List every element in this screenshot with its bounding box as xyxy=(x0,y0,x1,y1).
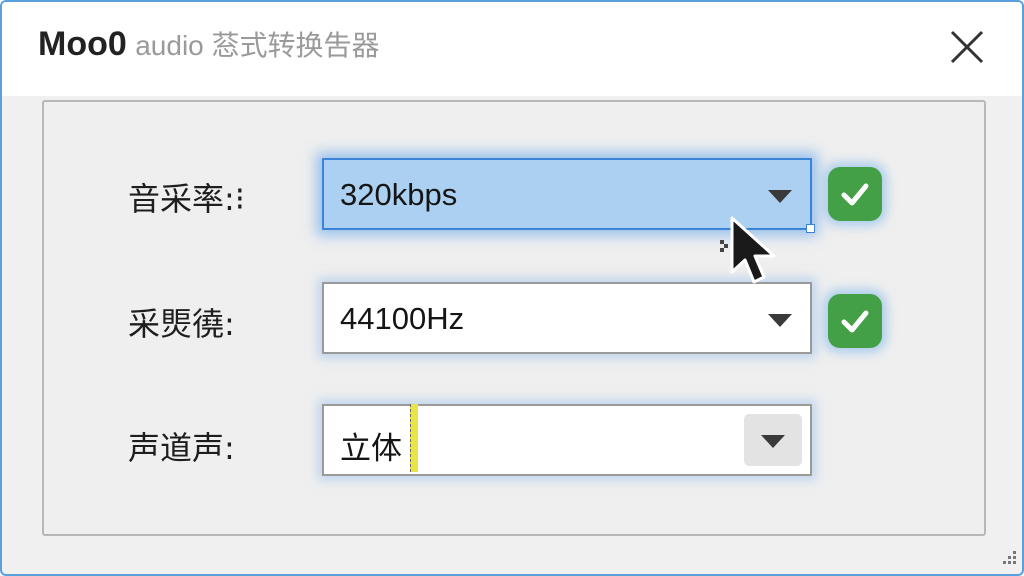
channel-value: 立体 xyxy=(340,431,402,466)
sample-rate-select[interactable]: 44100Hz xyxy=(322,282,812,354)
sample-rate-label: 采㷡徺: xyxy=(128,305,235,343)
sample-rate-check xyxy=(828,294,882,348)
title-subtitle: audio 䓗式转换吿器 xyxy=(135,30,380,61)
close-button[interactable] xyxy=(942,24,992,70)
close-icon xyxy=(950,30,984,64)
chevron-down-icon xyxy=(768,314,792,327)
sample-rate-value: 44100Hz xyxy=(340,301,465,336)
app-window: Moo0 audio 䓗式转换吿器 音采率:⁝ 320kbps 采㷡徺: 441… xyxy=(0,0,1024,576)
chevron-down-icon xyxy=(768,190,792,203)
title-bar[interactable]: Moo0 audio 䓗式转换吿器 xyxy=(2,2,1022,96)
bitrate-label: 音采率:⁝ xyxy=(128,180,245,218)
channel-select[interactable]: 立体 xyxy=(322,404,812,476)
check-icon xyxy=(841,310,869,333)
resize-grip-icon[interactable] xyxy=(998,546,1018,570)
chevron-down-icon xyxy=(761,435,785,448)
channel-label: 声道声: xyxy=(128,429,235,467)
check-icon xyxy=(841,183,869,206)
bitrate-check xyxy=(828,167,882,221)
bitrate-select[interactable]: 320kbps xyxy=(322,158,815,233)
window-title: Moo0 audio 䓗式转换吿器 xyxy=(38,24,380,64)
text-caret xyxy=(410,404,418,472)
bitrate-value: 320kbps xyxy=(340,177,458,212)
title-brand: Moo0 xyxy=(38,25,127,63)
dropdown-button[interactable] xyxy=(744,414,802,466)
resize-grip-icon xyxy=(806,224,815,233)
